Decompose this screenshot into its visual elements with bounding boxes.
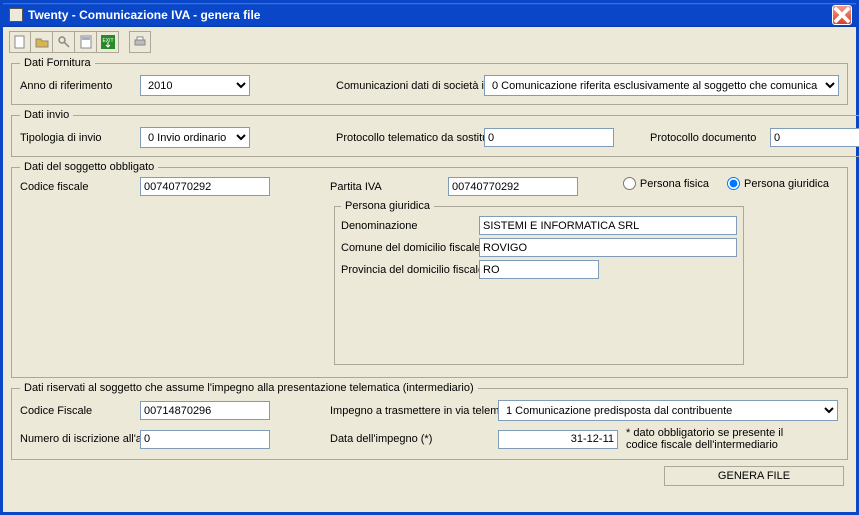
- soggetto-group: Dati del soggetto obbligato Codice fisca…: [11, 161, 848, 378]
- intermediario-group: Dati riservati al soggetto che assume l'…: [11, 382, 848, 460]
- int-note: * dato obbligatorio se presente il codic…: [626, 427, 816, 451]
- persona-fisica-radio[interactable]: [623, 177, 636, 190]
- print-icon: [133, 35, 147, 49]
- open-icon: [35, 35, 49, 49]
- codfisc-label: Codice fiscale: [20, 181, 132, 193]
- toolbar-new-button[interactable]: [9, 31, 31, 53]
- persona-giuridica-radio[interactable]: [727, 177, 740, 190]
- int-codfisc-label: Codice Fiscale: [20, 405, 132, 417]
- toolbar-exit-button[interactable]: EXIT: [97, 31, 119, 53]
- window-title: Twenty - Comunicazione IVA - genera file: [28, 8, 832, 22]
- provincia-label: Provincia del domicilio fiscale: [341, 264, 473, 276]
- close-button[interactable]: [832, 5, 852, 25]
- denom-input[interactable]: [479, 216, 737, 235]
- int-impegno-select[interactable]: 1 Comunicazione predisposta dal contribu…: [498, 400, 838, 421]
- soggetto-legend: Dati del soggetto obbligato: [20, 161, 158, 173]
- pg-legend: Persona giuridica: [341, 200, 434, 212]
- app-icon: [9, 8, 23, 22]
- protocollo-doc-input[interactable]: [770, 128, 859, 147]
- comdati-select[interactable]: 0 Comunicazione riferita esclusivamente …: [484, 75, 839, 96]
- toolbar-key-button[interactable]: [53, 31, 75, 53]
- intermediario-legend: Dati riservati al soggetto che assume l'…: [20, 382, 478, 394]
- anno-select[interactable]: 2010: [140, 75, 250, 96]
- invio-legend: Dati invio: [20, 109, 73, 121]
- genera-file-button[interactable]: GENERA FILE: [664, 466, 844, 486]
- persona-radio-group: Persona fisica Persona giuridica: [623, 177, 829, 190]
- persona-giuridica-option[interactable]: Persona giuridica: [727, 177, 829, 190]
- int-impegno-label: Impegno a trasmettere in via telematica …: [330, 405, 490, 417]
- toolbar-open-button[interactable]: [31, 31, 53, 53]
- provincia-input[interactable]: [479, 260, 599, 279]
- protocollo-tel-input[interactable]: [484, 128, 614, 147]
- calc-icon: [79, 35, 93, 49]
- codfisc-input[interactable]: [140, 177, 270, 196]
- titlebar: Twenty - Comunicazione IVA - genera file: [3, 3, 856, 27]
- piva-label: Partita IVA: [330, 181, 440, 193]
- int-dataimp-label: Data dell'impegno (*): [330, 433, 490, 445]
- invio-group: Dati invio Tipologia di invio 0 Invio or…: [11, 109, 859, 157]
- denom-label: Denominazione: [341, 220, 473, 232]
- fornitura-group: Dati Fornitura Anno di riferimento 2010 …: [11, 57, 848, 105]
- toolbar-calc-button[interactable]: [75, 31, 97, 53]
- toolbar-print-button[interactable]: [129, 31, 151, 53]
- protocollo-doc-label: Protocollo documento: [650, 132, 762, 144]
- tipologia-select[interactable]: 0 Invio ordinario: [140, 127, 250, 148]
- new-icon: [13, 35, 27, 49]
- int-numiscr-input[interactable]: [140, 430, 270, 449]
- toolbar: EXIT: [3, 27, 856, 55]
- fornitura-legend: Dati Fornitura: [20, 57, 95, 69]
- comune-label: Comune del domicilio fiscale: [341, 242, 473, 254]
- int-dataimp-input[interactable]: [498, 430, 618, 449]
- int-numiscr-label: Numero di iscrizione all'albo del C.A.F.: [20, 433, 132, 445]
- comdati-label: Comunicazioni dati di società incorporat…: [336, 80, 476, 92]
- close-icon: [833, 6, 851, 24]
- piva-input[interactable]: [448, 177, 578, 196]
- protocollo-tel-label: Protocollo telematico da sostituire o an…: [336, 132, 476, 144]
- anno-label: Anno di riferimento: [20, 80, 132, 92]
- exit-icon: EXIT: [101, 35, 115, 49]
- int-codfisc-input[interactable]: [140, 401, 270, 420]
- tipologia-label: Tipologia di invio: [20, 132, 132, 144]
- key-icon: [57, 35, 71, 49]
- persona-giuridica-group: Persona giuridica Denominazione Comune d…: [334, 200, 744, 365]
- comune-input[interactable]: [479, 238, 737, 257]
- persona-fisica-option[interactable]: Persona fisica: [623, 177, 709, 190]
